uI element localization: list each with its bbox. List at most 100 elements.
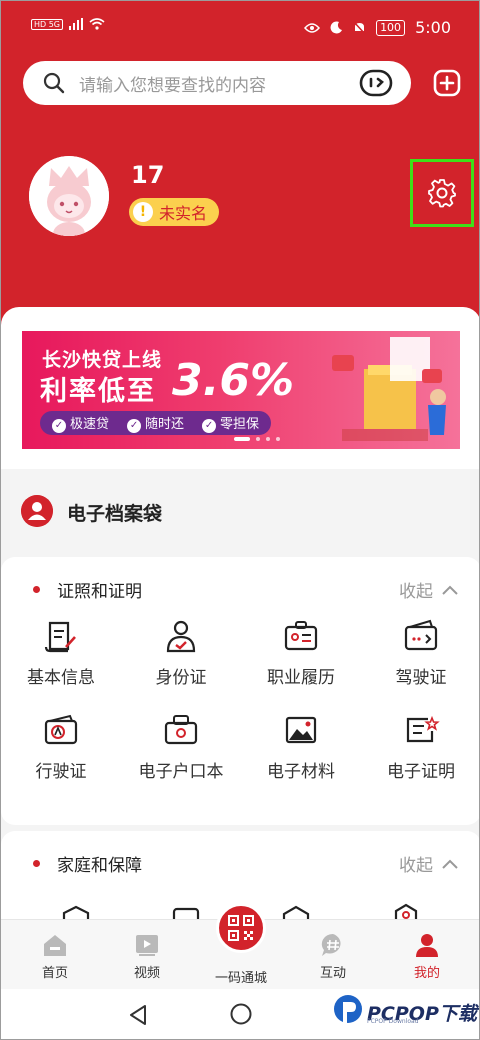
banner-rate: 3.6% xyxy=(172,355,295,406)
wifi-icon xyxy=(89,18,105,30)
avatar-mascot-icon xyxy=(29,156,109,236)
carousel-dots[interactable] xyxy=(234,437,280,441)
promo-banner[interactable]: 长沙快贷上线 利率低至 3.6% 极速贷 随时还 零担保 xyxy=(22,331,460,449)
grid-item-e-certificate[interactable]: 电子证明 xyxy=(361,711,479,791)
register-book-icon xyxy=(164,715,198,745)
watermark-subtext: PCPOP Download xyxy=(367,1018,419,1025)
licenses-title: 证照和证明 xyxy=(57,582,142,602)
grid-item-career[interactable]: 职业履历 xyxy=(241,617,361,697)
banner-pills: 极速贷 随时还 零担保 xyxy=(40,411,272,435)
nav-interact-label: 互动 xyxy=(319,966,346,981)
carousel-dot[interactable] xyxy=(276,437,280,441)
realname-status-badge[interactable]: ! 未实名 xyxy=(129,198,220,226)
search-placeholder[interactable]: 请输入您想要查找的内容 xyxy=(79,71,359,96)
archive-header: 电子档案袋 xyxy=(1,479,479,545)
archive-title: 电子档案袋 xyxy=(67,503,163,525)
realname-status-label: 未实名 xyxy=(159,204,208,223)
licenses-collapse-button[interactable]: 收起 xyxy=(399,577,459,602)
grid-item-label: 职业履历 xyxy=(267,668,335,688)
chevron-up-icon xyxy=(442,585,458,595)
battery-indicator: 100 xyxy=(376,19,406,36)
mute-bell-icon xyxy=(353,20,366,35)
section-dot xyxy=(33,860,40,867)
person-check-icon xyxy=(166,620,196,653)
grid-item-label: 身份证 xyxy=(155,668,207,688)
banner-illustration xyxy=(332,337,446,441)
nav-video-label: 视频 xyxy=(133,966,160,981)
username: 17 xyxy=(131,161,165,189)
search-bar[interactable]: 请输入您想要查找的内容 xyxy=(23,61,411,105)
status-left: HD 5G xyxy=(31,18,105,30)
carousel-dot[interactable] xyxy=(266,437,270,441)
grid-item-basic-info[interactable]: 基本信息 xyxy=(1,617,121,697)
user-icon xyxy=(416,934,438,957)
chevron-up-icon xyxy=(442,859,458,869)
settings-button[interactable] xyxy=(410,159,474,227)
grid-item-e-materials[interactable]: 电子材料 xyxy=(241,711,361,791)
watermark-logo: PCPOP下载 PCPOP Download xyxy=(333,994,477,1030)
carousel-dot[interactable] xyxy=(256,437,260,441)
network-indicator: HD 5G xyxy=(31,18,64,30)
gear-icon xyxy=(428,179,456,208)
grid-item-id-card[interactable]: 身份证 xyxy=(121,617,241,697)
user-badge-icon xyxy=(21,495,53,527)
collapse-label: 收起 xyxy=(399,856,433,876)
family-title: 家庭和保障 xyxy=(57,856,142,876)
section-dot xyxy=(33,586,40,593)
app-screen: HD 5G 100 5:00 请输入您想要查找的内容 17 ! 未实名 长沙快贷… xyxy=(0,0,480,1040)
assistant-robot-icon[interactable] xyxy=(359,68,393,98)
badge-card-icon xyxy=(284,621,318,651)
grid-item-household-register[interactable]: 电子户口本 xyxy=(121,711,241,791)
moon-icon xyxy=(330,21,343,34)
eye-icon xyxy=(304,22,321,33)
carousel-dot-active[interactable] xyxy=(234,437,250,441)
chat-hash-icon xyxy=(321,933,341,956)
pcpop-logo-icon xyxy=(334,995,362,1024)
qr-scan-button[interactable] xyxy=(216,903,266,953)
qr-scan-label: 一码通城 xyxy=(214,971,267,986)
nav-home[interactable]: 首页 xyxy=(15,920,95,990)
video-icon xyxy=(136,935,158,956)
banner-pill-1: 极速贷 xyxy=(52,413,109,433)
back-triangle-icon[interactable] xyxy=(127,1003,149,1027)
grid-item-label: 电子证明 xyxy=(387,762,455,782)
nav-mine-label: 我的 xyxy=(413,966,440,981)
qr-code-icon xyxy=(228,915,254,941)
avatar[interactable] xyxy=(29,156,109,236)
nav-mine[interactable]: 我的 xyxy=(387,920,467,990)
vehicle-card-icon xyxy=(44,714,78,745)
home-icon xyxy=(44,935,66,956)
licenses-panel: 证照和证明 收起 基本信息 身份证 职业履历 驾驶证 行驶证 电子户口本 电子材… xyxy=(1,557,479,825)
image-icon xyxy=(285,716,317,744)
certificate-star-icon xyxy=(406,715,440,743)
nav-video[interactable]: 视频 xyxy=(107,920,187,990)
nav-interact[interactable]: 互动 xyxy=(293,920,373,990)
banner-pill-3: 零担保 xyxy=(202,413,259,433)
search-icon xyxy=(43,72,65,94)
signal-icon xyxy=(69,18,84,30)
grid-item-label: 驾驶证 xyxy=(395,668,447,688)
grid-item-label: 电子户口本 xyxy=(138,762,224,782)
family-panel-header: 家庭和保障 收起 xyxy=(1,831,479,895)
grid-item-label: 行驶证 xyxy=(35,762,87,782)
status-bar: HD 5G 100 5:00 xyxy=(1,1,479,55)
grid-item-vehicle-license[interactable]: 行驶证 xyxy=(1,711,121,791)
status-right: 100 5:00 xyxy=(304,18,451,37)
document-pen-icon xyxy=(44,621,76,653)
licenses-panel-header: 证照和证明 收起 xyxy=(1,557,479,621)
license-card-icon xyxy=(404,619,438,651)
family-collapse-button[interactable]: 收起 xyxy=(399,851,459,876)
banner-line1: 长沙快贷上线 xyxy=(42,349,163,371)
add-plus-icon[interactable] xyxy=(433,69,461,97)
grid-item-label: 基本信息 xyxy=(27,668,95,688)
grid-item-driver-license[interactable]: 驾驶证 xyxy=(361,617,479,697)
home-circle-icon[interactable] xyxy=(230,1003,252,1025)
grid-item-label: 电子材料 xyxy=(267,762,335,782)
banner-line2: 利率低至 xyxy=(40,376,156,407)
clock: 5:00 xyxy=(415,18,451,37)
nav-home-label: 首页 xyxy=(41,966,68,981)
licenses-grid: 基本信息 身份证 职业履历 驾驶证 行驶证 电子户口本 电子材料 电子证明 xyxy=(1,617,479,791)
collapse-label: 收起 xyxy=(399,582,433,602)
warning-icon: ! xyxy=(133,202,153,222)
banner-pill-2: 随时还 xyxy=(127,413,184,433)
